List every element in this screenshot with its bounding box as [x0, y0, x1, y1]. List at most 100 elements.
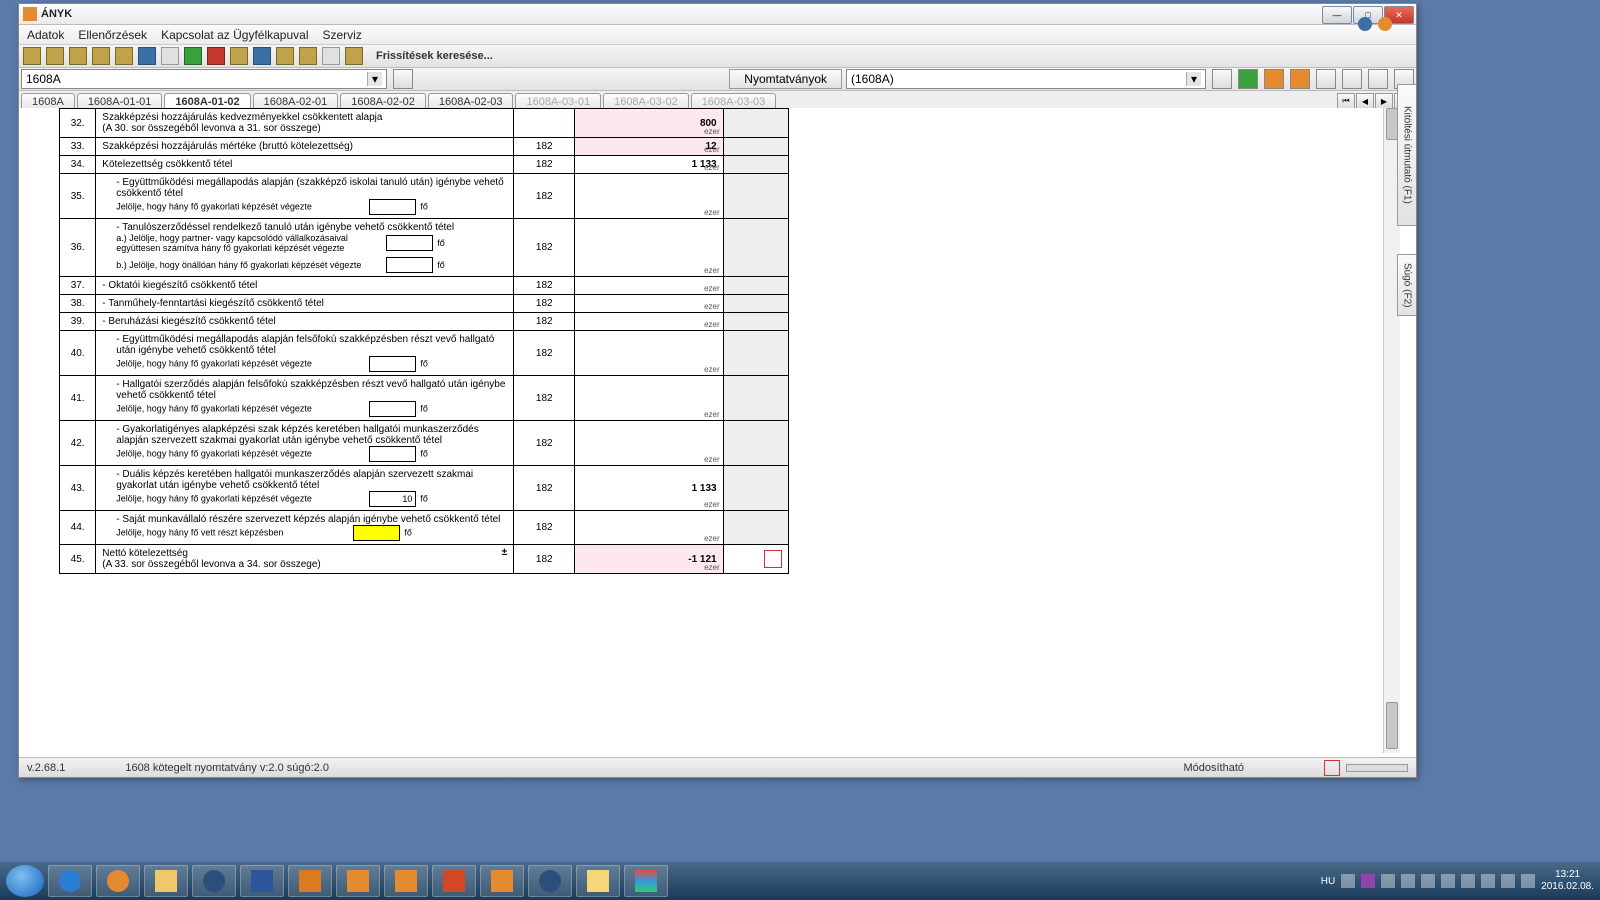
help-icon-2[interactable] — [1378, 17, 1392, 31]
combo-extra[interactable] — [393, 69, 413, 89]
form-combo[interactable]: 1608A ▾ — [21, 69, 387, 89]
val-37[interactable]: ezer — [575, 277, 723, 295]
task-explorer[interactable] — [144, 865, 188, 897]
info-icon[interactable] — [138, 47, 156, 65]
task-app3[interactable] — [624, 865, 668, 897]
minimize-button[interactable]: — — [1322, 6, 1352, 24]
task-ppt[interactable] — [432, 865, 476, 897]
tray-icon[interactable] — [1441, 874, 1455, 888]
side-tab-help[interactable]: Kitöltési útmutató (F1) — [1397, 84, 1416, 226]
tab-1608a-01-01[interactable]: 1608A-01-01 — [77, 93, 163, 109]
tray-icon[interactable] — [1501, 874, 1515, 888]
val-34[interactable]: 1 133ezer — [575, 156, 723, 174]
nyomtatvanyok-button[interactable]: Nyomtatványok — [729, 69, 842, 89]
nav-prev-icon[interactable]: ◀ — [1356, 93, 1374, 109]
tab-1608a-02-02[interactable]: 1608A-02-02 — [340, 93, 426, 109]
val-41[interactable]: ezer — [575, 376, 723, 421]
side-btn-4[interactable] — [1290, 69, 1310, 89]
print-combo[interactable]: (1608A) ▾ — [846, 69, 1206, 89]
help-icon[interactable] — [322, 47, 340, 65]
task-java2[interactable] — [384, 865, 428, 897]
tray-icon[interactable] — [1381, 874, 1395, 888]
start-button[interactable] — [6, 865, 44, 897]
print-icon[interactable] — [161, 47, 179, 65]
menu-szerviz[interactable]: Szerviz — [322, 28, 361, 42]
val-42[interactable]: ezer — [575, 421, 723, 466]
scroll-thumb-2[interactable] — [1386, 702, 1398, 749]
side-btn-1[interactable] — [1212, 69, 1232, 89]
tray-icon[interactable] — [1521, 874, 1535, 888]
side-btn-3[interactable] — [1264, 69, 1284, 89]
task-outlook[interactable] — [288, 865, 332, 897]
task-java3[interactable] — [480, 865, 524, 897]
help-icon[interactable] — [1358, 17, 1372, 31]
side-btn-2[interactable] — [1238, 69, 1258, 89]
task-word[interactable] — [240, 865, 284, 897]
side-tab-sugo[interactable]: Súgó (F2) — [1397, 254, 1416, 316]
inp-42[interactable] — [369, 446, 416, 462]
inp-43[interactable]: 10 — [369, 491, 416, 507]
val-32[interactable]: 800ezer — [575, 109, 723, 138]
val-39[interactable]: ezer — [575, 313, 723, 331]
task-app2[interactable] — [528, 865, 572, 897]
val-44[interactable]: ezer — [575, 511, 723, 545]
nav-first-icon[interactable]: ⏮ — [1337, 93, 1355, 109]
export-icon[interactable] — [115, 47, 133, 65]
tray-lang[interactable]: HU — [1321, 876, 1335, 887]
inp-35[interactable] — [369, 199, 416, 215]
tray-clock[interactable]: 13:212016.02.08. — [1541, 869, 1594, 893]
task-mail[interactable] — [576, 865, 620, 897]
val-45[interactable]: -1 121ezer — [575, 545, 723, 574]
nav-next-icon[interactable]: ▶ — [1375, 93, 1393, 109]
status-flag-icon[interactable] — [1324, 760, 1340, 776]
side-btn-5[interactable] — [1316, 69, 1336, 89]
delete-icon[interactable] — [207, 47, 225, 65]
task-java1[interactable] — [336, 865, 380, 897]
toolbar-text[interactable]: Frissítések keresése... — [376, 50, 493, 62]
inp-40[interactable] — [369, 356, 416, 372]
app-icon — [23, 7, 37, 21]
val-43[interactable]: 1 133ezer — [575, 466, 723, 511]
tab-1608a-02-01[interactable]: 1608A-02-01 — [253, 93, 339, 109]
row-44: 44. - Saját munkavállaló részére szervez… — [60, 511, 789, 545]
menu-kapcsolat[interactable]: Kapcsolat az Ügyfélkapuval — [161, 28, 308, 42]
edit-icon[interactable] — [230, 47, 248, 65]
gear-icon[interactable] — [299, 47, 317, 65]
save-icon[interactable] — [69, 47, 87, 65]
tray-icon[interactable] — [1341, 874, 1355, 888]
side-btn-6[interactable] — [1342, 69, 1362, 89]
menu-ellenorzesek[interactable]: Ellenőrzések — [78, 28, 147, 42]
inp-36b[interactable] — [386, 257, 433, 273]
side-btn-7[interactable] — [1368, 69, 1388, 89]
check-icon[interactable] — [184, 47, 202, 65]
combo-bar: 1608A ▾ Nyomtatványok (1608A) ▾ — [19, 68, 1416, 91]
tab-1608a-01-02[interactable]: 1608A-01-02 — [164, 93, 250, 109]
tray-icon[interactable] — [1421, 874, 1435, 888]
task-app1[interactable] — [192, 865, 236, 897]
inp-41[interactable] — [369, 401, 416, 417]
row-43: 43. - Duális képzés keretében hallgatói … — [60, 466, 789, 511]
val-38[interactable]: ezer — [575, 295, 723, 313]
tray-icon[interactable] — [1481, 874, 1495, 888]
val-35[interactable]: ezer — [575, 174, 723, 219]
menu-adatok[interactable]: Adatok — [27, 28, 64, 42]
flag-icon[interactable] — [345, 47, 363, 65]
tray-icon[interactable] — [1461, 874, 1475, 888]
task-media[interactable] — [96, 865, 140, 897]
book-icon[interactable] — [276, 47, 294, 65]
saveas-icon[interactable] — [92, 47, 110, 65]
tray-icon[interactable] — [1401, 874, 1415, 888]
tray-icon[interactable] — [1361, 874, 1375, 888]
val-36[interactable]: ezer — [575, 219, 723, 277]
inp-44[interactable] — [353, 525, 400, 541]
tab-1608a[interactable]: 1608A — [21, 93, 75, 109]
inp-36a[interactable] — [386, 235, 433, 251]
task-ie[interactable] — [48, 865, 92, 897]
open-icon[interactable] — [46, 47, 64, 65]
new-icon[interactable] — [23, 47, 41, 65]
val-33[interactable]: 12ezer — [575, 138, 723, 156]
pic-icon[interactable] — [253, 47, 271, 65]
tab-1608a-02-03[interactable]: 1608A-02-03 — [428, 93, 514, 109]
status-slider[interactable] — [1346, 764, 1408, 772]
val-40[interactable]: ezer — [575, 331, 723, 376]
